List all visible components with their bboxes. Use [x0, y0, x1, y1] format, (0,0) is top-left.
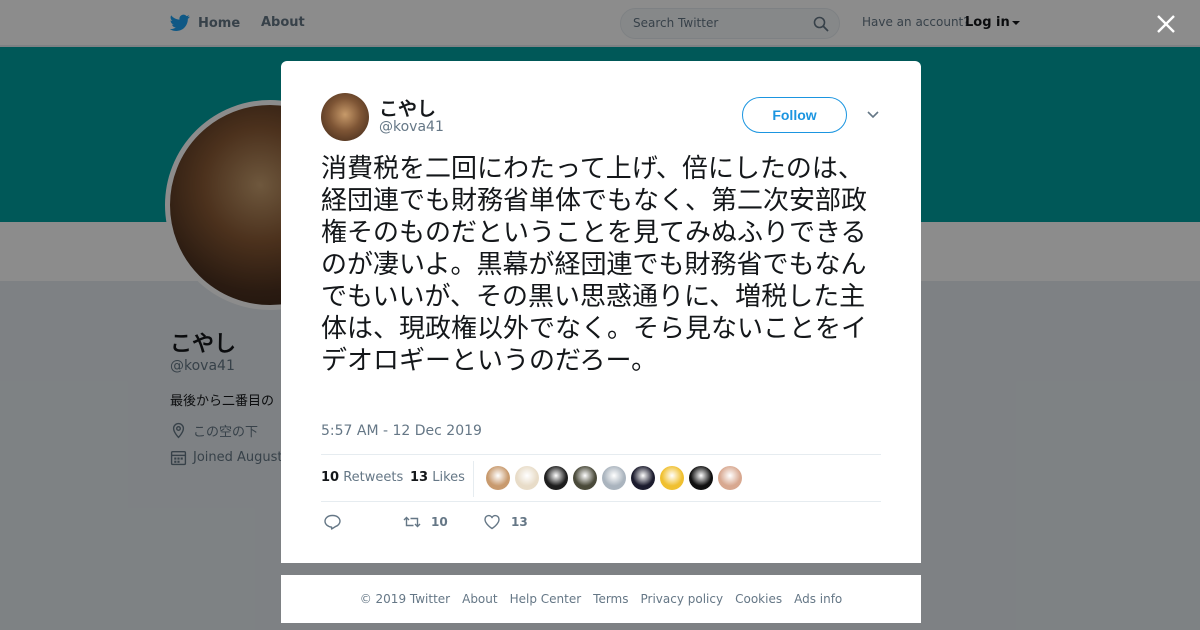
footer-link[interactable]: About: [462, 592, 497, 606]
liker-avatar[interactable]: [486, 466, 510, 490]
footer-link[interactable]: Cookies: [735, 592, 782, 606]
tweet-stats: 10 Retweets 13 Likes: [321, 454, 881, 502]
liker-avatar[interactable]: [660, 466, 684, 490]
like-action-count: 13: [511, 515, 528, 529]
close-icon[interactable]: [1154, 12, 1178, 36]
liker-avatar[interactable]: [515, 466, 539, 490]
retweet-action-count: 10: [431, 515, 448, 529]
likes-label: Likes: [432, 470, 465, 485]
liker-avatar[interactable]: [631, 466, 655, 490]
tweet-text: 消費税を二回にわたって上げ、倍にしたのは、経団連でも財務省単体でもなく、第二次安…: [321, 154, 868, 376]
author-name[interactable]: こやし: [379, 94, 436, 121]
modal-footer: © 2019 Twitter About Help Center Terms Priva…: [281, 575, 921, 623]
footer-link[interactable]: Privacy policy: [641, 592, 724, 606]
follow-button[interactable]: Follow: [742, 97, 847, 133]
retweet-icon: [403, 516, 421, 528]
footer-link[interactable]: Ads info: [794, 592, 842, 606]
like-button[interactable]: 13: [483, 513, 528, 531]
retweets-stat[interactable]: 10 Retweets: [321, 470, 403, 485]
chevron-down-icon[interactable]: [866, 109, 880, 121]
liker-avatar[interactable]: [544, 466, 568, 490]
tweet-modal: こやし @kova41 Follow 消費税を二回にわたって上げ、倍にしたのは、…: [281, 61, 921, 563]
retweets-count: 10: [321, 470, 340, 485]
copyright-text: © 2019 Twitter: [359, 592, 451, 606]
tweet-actions: 10 13: [321, 511, 881, 535]
author-avatar[interactable]: [321, 93, 369, 141]
liker-avatar[interactable]: [689, 466, 713, 490]
reply-icon: [324, 514, 341, 530]
likes-stat[interactable]: 13 Likes: [410, 470, 465, 485]
liker-avatar[interactable]: [602, 466, 626, 490]
retweets-label: Retweets: [343, 470, 404, 485]
likes-count: 13: [410, 470, 429, 485]
tweet-timestamp[interactable]: 5:57 AM - 12 Dec 2019: [321, 423, 482, 439]
heart-icon: [484, 514, 500, 530]
stats-divider: [473, 461, 474, 497]
footer-link[interactable]: Terms: [593, 592, 628, 606]
footer-link[interactable]: Help Center: [510, 592, 582, 606]
liker-avatars: [486, 466, 742, 490]
author-handle[interactable]: @kova41: [379, 119, 444, 135]
liker-avatar[interactable]: [573, 466, 597, 490]
reply-button[interactable]: [323, 513, 341, 531]
retweet-button[interactable]: 10: [403, 513, 448, 531]
liker-avatar[interactable]: [718, 466, 742, 490]
